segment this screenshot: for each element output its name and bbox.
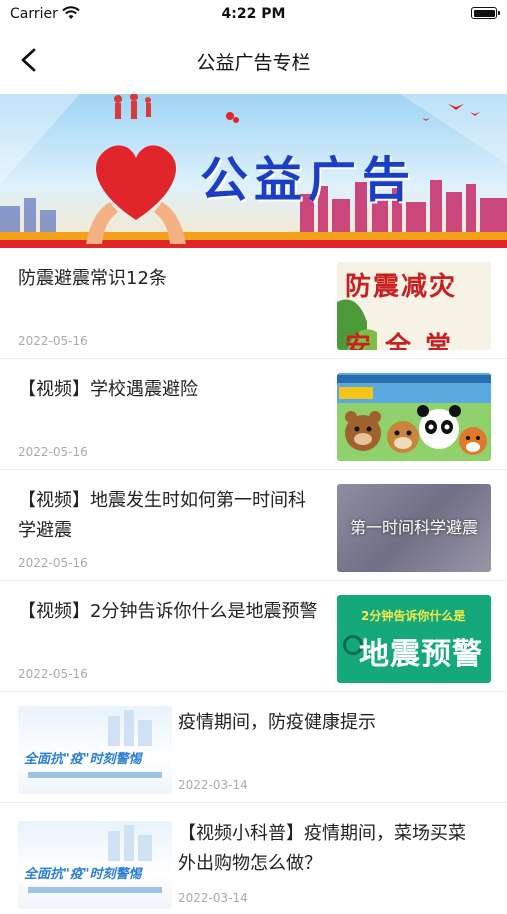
thumb-caption: 地震预警 — [359, 637, 483, 672]
thumb-caption: 第一时间科学避震 — [349, 518, 478, 537]
list-item[interactable]: 防震避震常识12条 2022-05-16 防震减灾 安全常在 — [0, 248, 507, 359]
cartoon-animals-illustration — [337, 373, 491, 461]
clock: 4:22 PM — [221, 6, 286, 22]
thumb-subcaption: 安全常在 — [345, 332, 466, 350]
item-title: 【视频】地震发生时如何第一时间科学避震 — [18, 490, 306, 541]
thumb-top-caption: 2分钟告诉你什么是 — [361, 609, 466, 623]
battery-icon — [471, 7, 500, 19]
item-date: 2022-05-16 — [18, 445, 88, 459]
item-date: 2022-05-16 — [18, 334, 88, 348]
item-date: 2022-03-14 — [178, 891, 248, 905]
item-thumbnail: 第一时间科学避震 — [337, 484, 491, 572]
item-thumbnail: 全面抗"疫"时刻警惕 — [18, 706, 172, 794]
item-thumbnail: 2分钟告诉你什么是 地震预警 — [337, 595, 491, 683]
list-item[interactable]: 全面抗"疫"时刻警惕 【视频小科普】疫情期间，菜场买菜 外出购物怎么做？ 202… — [0, 803, 507, 914]
nav-bar: 公益广告专栏 — [0, 28, 507, 92]
page-title: 公益广告专栏 — [196, 52, 311, 74]
item-thumbnail: 防震减灾 安全常在 — [337, 262, 491, 350]
item-title: 疫情期间，防疫健康提示 — [178, 712, 376, 733]
item-thumbnail: 全面抗"疫"时刻警惕 — [18, 821, 172, 909]
list-item[interactable]: 【视频】学校遇震避险 2022-05-16 — [0, 359, 507, 470]
item-title: 防震避震常识12条 — [18, 268, 167, 289]
thumb-caption: 全面抗"疫"时刻警惕 — [24, 752, 142, 767]
banner-title: 公益广告 — [200, 152, 417, 208]
item-date: 2022-05-16 — [18, 667, 88, 681]
list-item[interactable]: 【视频】地震发生时如何第一时间科学避震 2022-05-16 第一时间科学避震 — [0, 470, 507, 581]
list-item[interactable]: 【视频】2分钟告诉你什么是地震预警 2022-05-16 2分钟告诉你什么是 地… — [0, 581, 507, 692]
status-bar: Carrier 4:22 PM — [0, 0, 507, 28]
thumb-caption: 全面抗"疫"时刻警惕 — [24, 867, 142, 882]
item-title: 【视频】学校遇震避险 — [18, 379, 198, 400]
item-title: 【视频】2分钟告诉你什么是地震预警 — [18, 601, 318, 622]
list-item[interactable]: 全面抗"疫"时刻警惕 疫情期间，防疫健康提示 2022-03-14 — [0, 692, 507, 803]
banner-image[interactable]: 公益广告 — [0, 94, 507, 248]
thumb-caption: 防震减灾 — [345, 272, 458, 302]
item-date: 2022-03-14 — [178, 778, 248, 792]
item-thumbnail — [337, 373, 491, 461]
item-date: 2022-05-16 — [18, 556, 88, 570]
item-title: 【视频小科普】疫情期间，菜场买菜 外出购物怎么做？ — [178, 823, 466, 874]
